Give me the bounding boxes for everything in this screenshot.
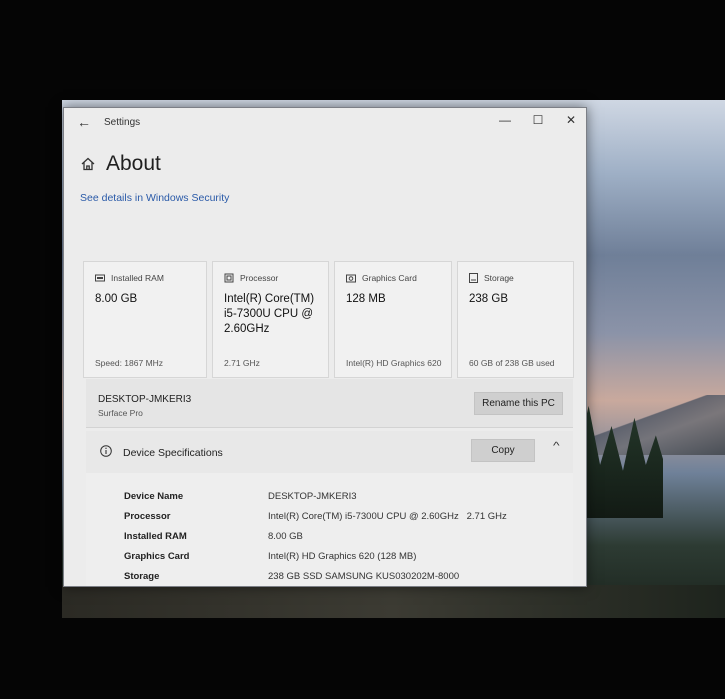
close-button[interactable]: ✕ <box>556 113 586 127</box>
settings-window: ← Settings — ☐ ✕ About See details in Wi… <box>63 107 587 587</box>
card-value: 8.00 GB <box>95 293 138 305</box>
rename-pc-button[interactable]: Rename this PC <box>474 392 563 415</box>
card-processor: Processor Intel(R) Core(TM) i5-7300U CPU… <box>212 261 329 378</box>
card-value: 128 MB <box>346 293 386 305</box>
card-footer: 60 GB of 238 GB used <box>469 358 555 368</box>
spec-row-device-name: Device Name DESKTOP-JMKERI3 <box>124 491 357 502</box>
wallpaper-ground <box>62 585 725 618</box>
card-footer: 2.71 GHz <box>224 358 260 368</box>
spec-value: Intel(R) HD Graphics 620 (128 MB) <box>268 551 417 562</box>
spec-label: Storage <box>124 571 160 582</box>
card-heading: Installed RAM <box>111 273 164 283</box>
spec-label: Device Name <box>124 491 184 502</box>
card-heading: Storage <box>484 273 514 283</box>
spec-row-storage: Storage 238 GB SSD SAMSUNG KUS030202M-80… <box>124 571 459 582</box>
page-header: About <box>80 152 161 176</box>
card-heading: Processor <box>240 273 279 283</box>
card-value: 238 GB <box>469 293 508 305</box>
spec-row-installed-ram: Installed RAM 8.00 GB <box>124 531 303 542</box>
spec-label: Graphics Card <box>124 551 190 562</box>
spec-row-processor: Processor Intel(R) Core(TM) i5-7300U CPU… <box>124 511 507 522</box>
card-value: Intel(R) Core(TM) i5-7300U CPU @ 2.60GHz <box>224 293 315 335</box>
spec-label: Processor <box>124 511 171 522</box>
card-graphics: Graphics Card 128 MB Intel(R) HD Graphic… <box>334 261 452 378</box>
home-icon[interactable] <box>80 156 96 172</box>
back-arrow-icon[interactable]: ← <box>64 114 104 130</box>
pc-name-row: DESKTOP-JMKERI3 Surface Pro Rename this … <box>86 379 573 428</box>
spec-value: DESKTOP-JMKERI3 <box>268 491 357 502</box>
copy-button[interactable]: Copy <box>471 439 535 462</box>
ram-icon <box>95 274 105 282</box>
card-installed-ram: Installed RAM 8.00 GB Speed: 1867 MHz <box>83 261 207 378</box>
card-storage: Storage 238 GB 60 GB of 238 GB used <box>457 261 574 378</box>
device-specifications-title: Device Specifications <box>123 447 223 459</box>
processor-icon <box>224 273 234 283</box>
maximize-button[interactable]: ☐ <box>523 113 553 127</box>
pc-model: Surface Pro <box>98 408 143 418</box>
window-title: Settings <box>104 116 141 128</box>
spec-value: 8.00 GB <box>268 531 303 542</box>
graphics-card-icon <box>346 274 356 282</box>
minimize-button[interactable]: — <box>490 113 520 127</box>
card-footer: Speed: 1867 MHz <box>95 358 164 368</box>
spec-label: Installed RAM <box>124 531 187 542</box>
spec-value: Intel(R) Core(TM) i5-7300U CPU @ 2.60GHz… <box>268 511 507 522</box>
card-footer: Intel(R) HD Graphics 620 <box>346 358 442 368</box>
chevron-up-icon[interactable]: ^ <box>553 441 560 452</box>
info-icon <box>100 445 112 457</box>
title-bar[interactable]: ← Settings — ☐ ✕ <box>64 108 586 136</box>
device-specifications-header[interactable]: Device Specifications Copy ^ <box>86 431 573 474</box>
storage-icon <box>469 273 478 283</box>
page-title: About <box>106 152 161 175</box>
pc-name: DESKTOP-JMKERI3 <box>98 394 192 405</box>
spec-value: 238 GB SSD SAMSUNG KUS030202M-8000 <box>268 571 460 582</box>
card-heading: Graphics Card <box>362 273 417 283</box>
device-specifications-table: Device Name DESKTOP-JMKERI3 Processor In… <box>86 473 573 586</box>
spec-row-graphics-card: Graphics Card Intel(R) HD Graphics 620 (… <box>124 551 416 562</box>
windows-security-link[interactable]: See details in Windows Security <box>80 192 229 204</box>
